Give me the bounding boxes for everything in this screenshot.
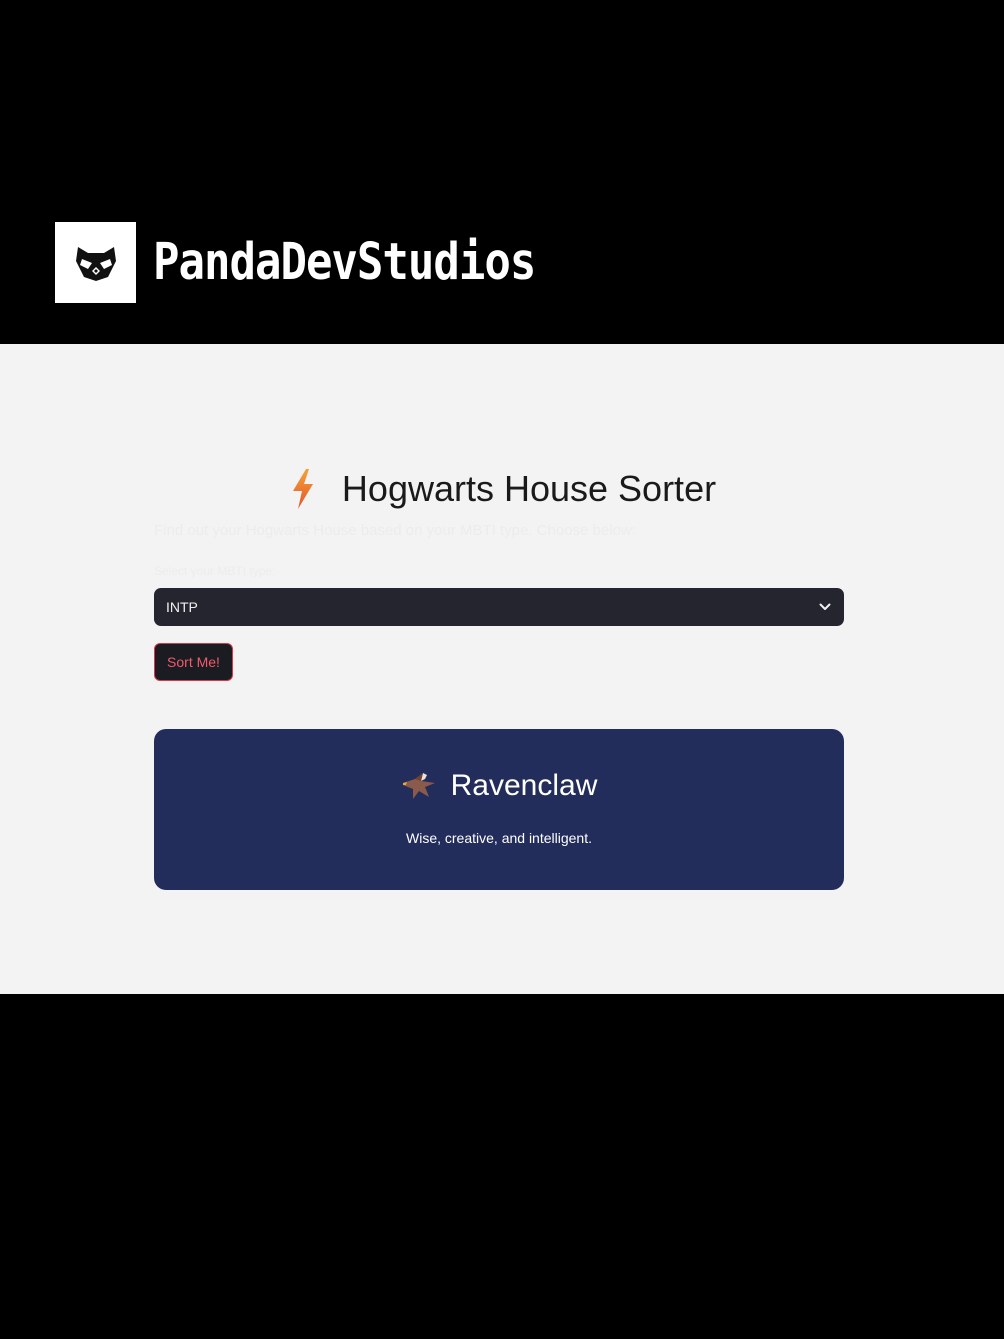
title-row: Hogwarts House Sorter <box>0 464 1004 514</box>
mbti-select[interactable]: INTP <box>154 588 844 626</box>
brand-name: PandaDevStudios <box>153 233 536 292</box>
lightning-bolt-icon <box>288 467 318 511</box>
house-name: Ravenclaw <box>450 769 598 802</box>
mbti-select-label: Select your MBTI type: <box>154 564 276 578</box>
mbti-select-value: INTP <box>166 599 198 615</box>
chevron-down-icon <box>818 600 832 614</box>
house-description: Wise, creative, and intelligent. <box>406 830 592 846</box>
result-card: Ravenclaw Wise, creative, and intelligen… <box>154 729 844 890</box>
result-heading: Ravenclaw <box>154 769 844 803</box>
panda-mask-icon <box>75 246 116 281</box>
brand-logo <box>55 222 136 303</box>
eagle-icon <box>402 773 435 799</box>
page-subtitle: Find out your Hogwarts House based on yo… <box>154 522 636 539</box>
app-frame: PandaDevStudios Hogwarts House Sorter Fi… <box>0 0 1004 1339</box>
sort-me-button[interactable]: Sort Me! <box>154 643 233 681</box>
app-main: Hogwarts House Sorter Find out your Hogw… <box>0 344 1004 994</box>
page-title: Hogwarts House Sorter <box>341 468 717 509</box>
brand-header: PandaDevStudios <box>55 222 536 303</box>
